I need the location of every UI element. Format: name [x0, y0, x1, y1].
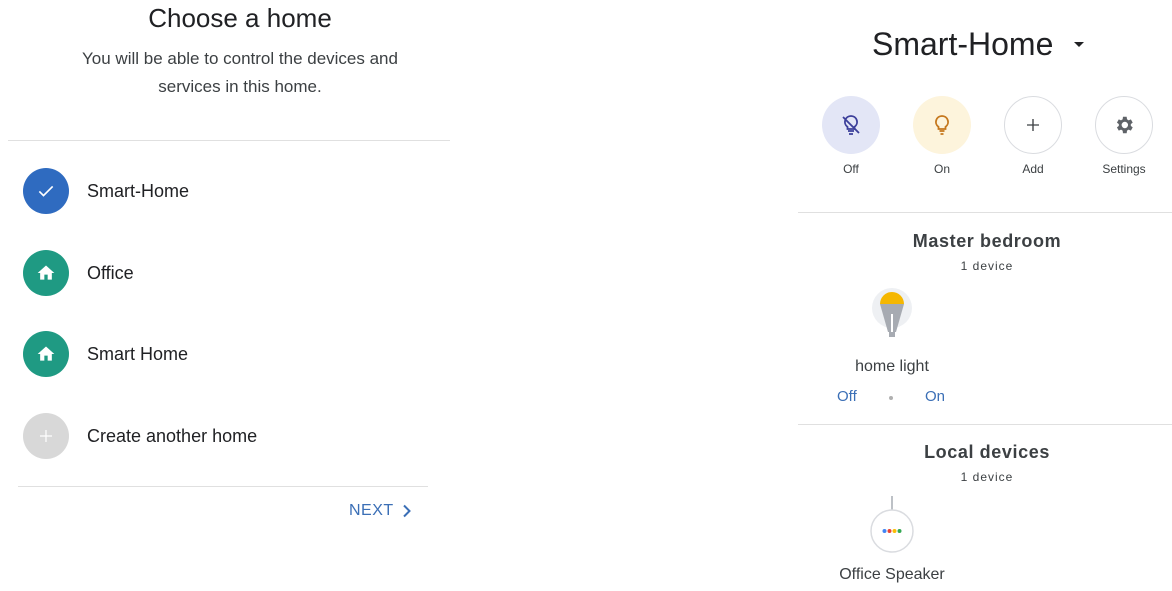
home-option-label: Create another home	[87, 425, 258, 446]
next-button-label: NEXT	[349, 502, 394, 519]
device-label: Office Speaker	[839, 566, 945, 583]
lights-off-button[interactable]: Off	[811, 96, 891, 176]
chevron-right-icon	[402, 504, 411, 518]
gear-icon	[1095, 96, 1153, 154]
plus-icon	[23, 413, 69, 459]
action-label: Settings	[1102, 162, 1146, 176]
choose-home-panel: Choose a home You will be able to contro…	[0, 0, 450, 591]
home-option-smart-home-2[interactable]: Smart Home	[23, 331, 443, 377]
home-option-label: Office	[87, 262, 134, 283]
light-off-icon	[822, 96, 880, 154]
home-switcher[interactable]: Smart-Home	[872, 26, 1085, 63]
page-title: Choose a home	[148, 3, 332, 33]
light-off-toggle[interactable]: Off	[837, 388, 857, 405]
caret-down-icon	[1074, 41, 1085, 47]
action-label: Off	[843, 162, 859, 176]
device-label: home light	[855, 358, 929, 375]
next-button[interactable]: NEXT	[349, 502, 412, 520]
home-dashboard-panel: Smart-Home Off On Add Settings Master be…	[798, 0, 1172, 591]
home-icon	[23, 250, 69, 296]
home-name: Smart-Home	[872, 26, 1054, 62]
device-home-light[interactable]: home light	[842, 286, 942, 376]
create-home-option[interactable]: Create another home	[23, 413, 443, 459]
action-label: On	[933, 162, 950, 176]
room-title: Local devices	[924, 442, 1050, 462]
home-icon	[23, 331, 69, 377]
lights-on-button[interactable]: On	[902, 96, 982, 176]
light-bulb-icon	[872, 288, 912, 337]
speaker-icon	[870, 496, 914, 553]
plus-icon	[1004, 96, 1062, 154]
settings-button[interactable]: Settings	[1084, 96, 1164, 176]
subtitle-line-1: You will be able to control the devices …	[82, 49, 398, 68]
room-device-count: 1 device	[960, 470, 1014, 484]
divider	[798, 424, 1172, 425]
home-option-label: Smart-Home	[87, 180, 190, 201]
light-on-toggle[interactable]: On	[925, 388, 945, 405]
device-office-speaker[interactable]: Office Speaker	[822, 494, 962, 584]
divider	[8, 140, 450, 141]
action-label: Add	[1022, 162, 1044, 176]
home-option-office[interactable]: Office	[23, 250, 443, 296]
home-option-smart-home[interactable]: Smart-Home	[23, 168, 443, 214]
room-title: Master bedroom	[912, 231, 1062, 251]
check-icon	[23, 168, 69, 214]
subtitle-line-2: services in this home.	[158, 77, 322, 96]
separator-dot	[889, 396, 893, 400]
room-device-count: 1 device	[960, 259, 1014, 273]
lightbulb-icon	[913, 96, 971, 154]
divider	[798, 212, 1172, 213]
home-option-label: Smart Home	[87, 343, 189, 364]
divider	[18, 486, 428, 487]
page-subtitle: You will be able to control the devices …	[0, 45, 480, 101]
add-button[interactable]: Add	[993, 96, 1073, 176]
